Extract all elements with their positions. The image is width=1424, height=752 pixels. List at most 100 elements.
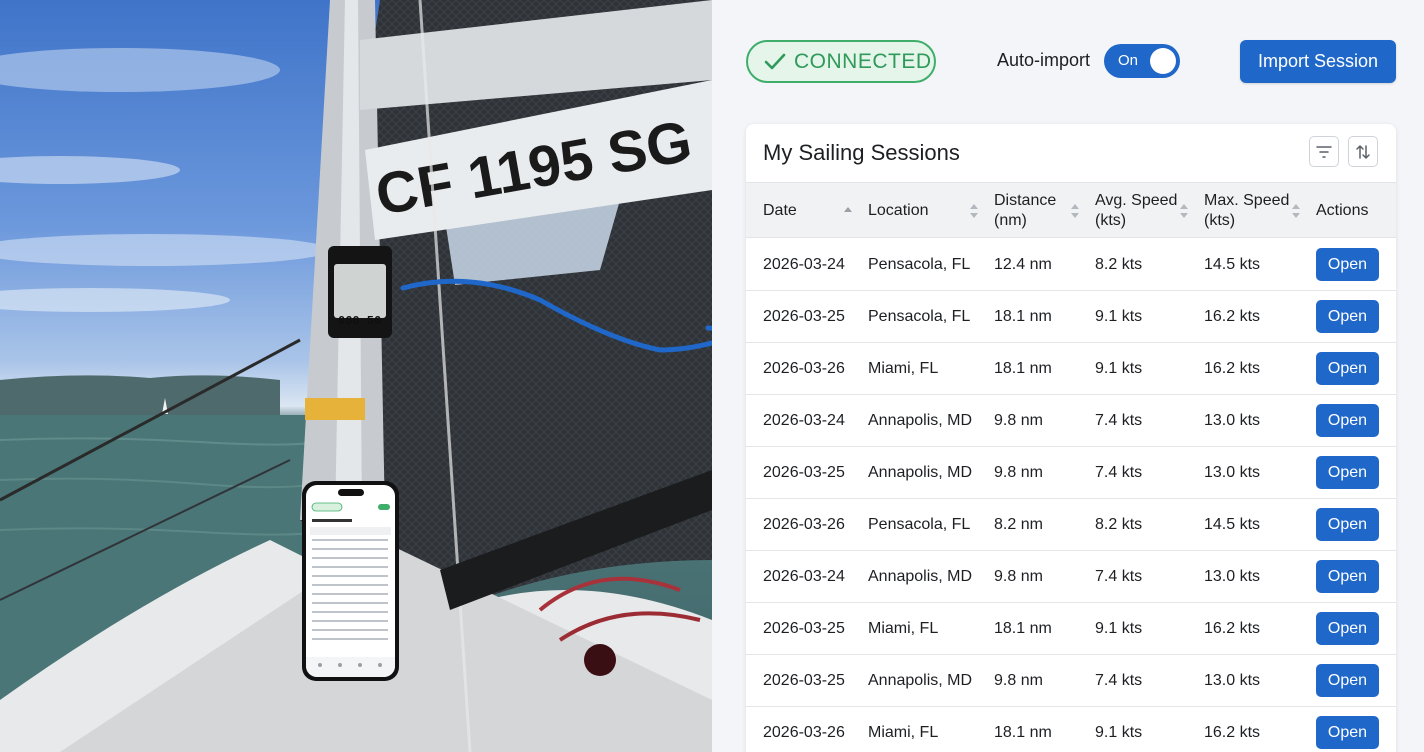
cell-distance: 12.4 nm (994, 256, 1052, 273)
open-session-button[interactable]: Open (1316, 664, 1379, 697)
table-row: 2026-03-25 Annapolis, MD 9.8 nm 7.4 kts 13.0… (746, 655, 1396, 707)
cell-avg-speed: 9.1 kts (1095, 620, 1143, 637)
sort-both-icon (970, 204, 978, 218)
cell-max-speed: 13.0 kts (1204, 672, 1261, 689)
cell-max-speed: 13.0 kts (1204, 412, 1261, 429)
cell-avg-speed: 7.4 kts (1095, 464, 1143, 481)
cell-location: Pensacola, FL (868, 256, 971, 273)
column-header-distance[interactable]: Distance (nm) (994, 183, 1056, 239)
cell-max-speed: 13.0 kts (1204, 568, 1261, 585)
cell-date: 2026-03-24 (763, 412, 845, 429)
auto-import-label: Auto-import (997, 50, 1091, 70)
cell-date: 2026-03-24 (763, 568, 845, 585)
sort-both-icon (1180, 204, 1188, 218)
cell-max-speed: 16.2 kts (1204, 620, 1261, 637)
column-header-actions: Actions (1316, 183, 1368, 239)
column-header-avg-speed[interactable]: Avg. Speed (kts) (1095, 183, 1177, 239)
checkmark-icon (764, 53, 786, 69)
table-row: 2026-03-25 Pensacola, FL 18.1 nm 9.1 kts 16.… (746, 291, 1396, 343)
cell-location: Annapolis, MD (868, 568, 973, 585)
cell-date: 2026-03-25 (763, 308, 845, 325)
phone-mockup (302, 481, 399, 681)
sort-both-icon (1071, 204, 1079, 218)
cell-date: 2026-03-25 (763, 620, 845, 637)
column-label: Avg. Speed (kts) (1095, 192, 1178, 229)
cell-distance: 8.2 nm (994, 516, 1043, 533)
cell-distance: 18.1 nm (994, 620, 1052, 637)
device-readout: 060 56 (338, 314, 381, 328)
sailboat-photo: CF 1195 SG 060 56 (0, 0, 712, 752)
table-row: 2026-03-26 Miami, FL 18.1 nm 9.1 kts 16.2 kt… (746, 343, 1396, 395)
cell-date: 2026-03-24 (763, 256, 845, 273)
cell-location: Miami, FL (868, 724, 939, 741)
cell-avg-speed: 8.2 kts (1095, 516, 1143, 533)
sort-button[interactable] (1348, 136, 1378, 167)
column-label: Actions (1316, 202, 1369, 219)
open-session-button[interactable]: Open (1316, 352, 1379, 385)
cell-max-speed: 14.5 kts (1204, 516, 1261, 533)
cell-max-speed: 16.2 kts (1204, 724, 1261, 741)
cell-distance: 9.8 nm (994, 464, 1043, 481)
cell-avg-speed: 7.4 kts (1095, 412, 1143, 429)
open-session-button[interactable]: Open (1316, 404, 1379, 437)
open-session-button[interactable]: Open (1316, 248, 1379, 281)
table-row: 2026-03-26 Miami, FL 18.1 nm 9.1 kts 16.2 kt… (746, 707, 1396, 752)
cell-date: 2026-03-26 (763, 516, 845, 533)
column-header-max-speed[interactable]: Max. Speed (kts) (1204, 183, 1289, 239)
column-label: Max. Speed (kts) (1204, 192, 1290, 229)
cell-distance: 9.8 nm (994, 412, 1043, 429)
cell-date: 2026-03-25 (763, 672, 845, 689)
sessions-app: CONNECTED Auto-import On Import Session … (712, 0, 1424, 752)
cell-avg-speed: 9.1 kts (1095, 724, 1143, 741)
table-row: 2026-03-26 Pensacola, FL 8.2 nm 8.2 kts 14.5… (746, 499, 1396, 551)
open-session-button[interactable]: Open (1316, 456, 1379, 489)
import-session-button[interactable]: Import Session (1240, 40, 1396, 83)
table-header: Date Location Distance (nm) Avg. Speed (… (746, 182, 1396, 238)
filter-button[interactable] (1309, 136, 1339, 167)
auto-import-toggle[interactable]: On (1104, 44, 1180, 78)
cell-distance: 9.8 nm (994, 568, 1043, 585)
connection-status-badge: CONNECTED (746, 40, 936, 83)
open-session-button[interactable]: Open (1316, 560, 1379, 593)
table-row: 2026-03-24 Pensacola, FL 12.4 nm 8.2 kts 14.… (746, 239, 1396, 291)
column-label: Date (763, 202, 797, 219)
sessions-title: My Sailing Sessions (763, 140, 960, 165)
phone-app-preview (306, 502, 395, 677)
cell-avg-speed: 8.2 kts (1095, 256, 1143, 273)
cell-distance: 18.1 nm (994, 360, 1052, 377)
table-row: 2026-03-25 Annapolis, MD 9.8 nm 7.4 kts 13.0… (746, 447, 1396, 499)
sort-icon (1356, 144, 1370, 159)
filter-icon (1316, 145, 1332, 158)
table-row: 2026-03-24 Annapolis, MD 9.8 nm 7.4 kts 13.0… (746, 551, 1396, 603)
table-row: 2026-03-24 Annapolis, MD 9.8 nm 7.4 kts 13.0… (746, 395, 1396, 447)
table-row: 2026-03-25 Miami, FL 18.1 nm 9.1 kts 16.2 kt… (746, 603, 1396, 655)
cell-location: Miami, FL (868, 360, 939, 377)
toggle-state-label: On (1118, 52, 1139, 69)
open-session-button[interactable]: Open (1316, 612, 1379, 645)
sessions-card: My Sailing Sessions Date Location Distan… (746, 124, 1396, 752)
cell-location: Miami, FL (868, 620, 939, 637)
open-session-button[interactable]: Open (1316, 716, 1379, 749)
cell-max-speed: 13.0 kts (1204, 464, 1261, 481)
cell-location: Annapolis, MD (868, 672, 973, 689)
cell-location: Annapolis, MD (868, 464, 973, 481)
sort-both-icon (1292, 204, 1300, 218)
open-session-button[interactable]: Open (1316, 508, 1379, 541)
cell-location: Pensacola, FL (868, 308, 971, 325)
cell-date: 2026-03-26 (763, 360, 845, 377)
cell-distance: 9.8 nm (994, 672, 1043, 689)
column-label: Location (868, 202, 929, 219)
cell-avg-speed: 7.4 kts (1095, 568, 1143, 585)
cell-date: 2026-03-26 (763, 724, 845, 741)
connection-status-label: CONNECTED (794, 49, 932, 73)
cell-max-speed: 16.2 kts (1204, 360, 1261, 377)
open-session-button[interactable]: Open (1316, 300, 1379, 333)
toggle-knob (1150, 48, 1176, 74)
cell-max-speed: 14.5 kts (1204, 256, 1261, 273)
column-header-date[interactable]: Date (763, 183, 797, 239)
column-header-location[interactable]: Location (868, 183, 929, 239)
cell-avg-speed: 7.4 kts (1095, 672, 1143, 689)
cell-avg-speed: 9.1 kts (1095, 308, 1143, 325)
cell-distance: 18.1 nm (994, 724, 1052, 741)
cell-distance: 18.1 nm (994, 308, 1052, 325)
